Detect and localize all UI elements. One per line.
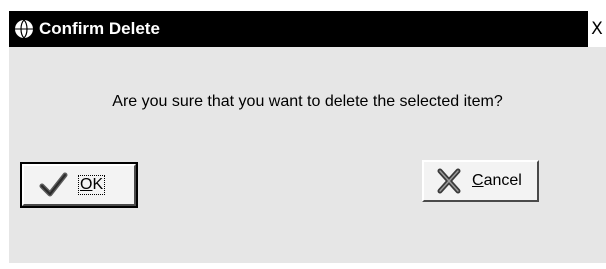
- cancel-label: Cancel: [472, 172, 522, 189]
- checkmark-icon: [39, 172, 68, 197]
- close-icon: X: [591, 19, 603, 39]
- globe-icon: [15, 19, 33, 39]
- window-title: Confirm Delete: [39, 19, 160, 38]
- ok-label: OK: [78, 175, 106, 195]
- ok-button[interactable]: OK: [20, 162, 138, 208]
- close-button[interactable]: X: [586, 11, 606, 47]
- cancel-button[interactable]: Cancel: [422, 160, 539, 202]
- title-bar[interactable]: Confirm Delete X: [9, 11, 606, 47]
- x-mark-icon: [437, 168, 461, 194]
- confirm-delete-dialog: Confirm Delete X Are you sure that you w…: [0, 0, 606, 269]
- confirm-message: Are you sure that you want to delete the…: [112, 93, 503, 110]
- dialog-body: Are you sure that you want to delete the…: [9, 47, 606, 263]
